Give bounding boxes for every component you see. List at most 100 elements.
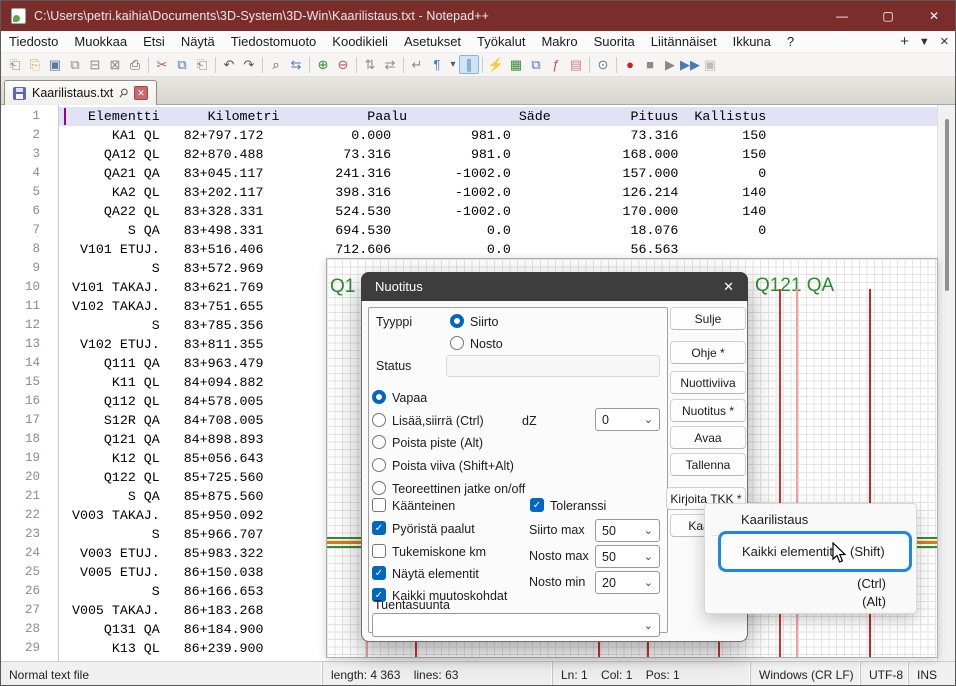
zoom-out-icon[interactable]: ⊖ [333, 55, 353, 74]
pyorista-paalut-checkbox[interactable]: ✓ [372, 521, 386, 535]
close-icon[interactable]: ✕ [911, 1, 956, 31]
nuotitus-dialog: Nuotitus ✕ Tyyppi Siirto Nosto Status Va… [361, 272, 748, 642]
nosto-max-label: Nosto max [529, 549, 589, 563]
close-document-icon[interactable]: ✕ [940, 35, 949, 48]
menu-liitannaiset[interactable]: Liitännäiset [643, 32, 725, 51]
paste-icon[interactable]: ⎗ [192, 55, 212, 74]
nayta-elementit-checkbox[interactable]: ✓ [372, 566, 386, 580]
vapaa-radio[interactable] [372, 390, 386, 404]
maximize-icon[interactable]: ▢ [865, 1, 911, 31]
document-list-icon[interactable]: ⧉ [526, 55, 546, 74]
status-insert-mode[interactable]: INS [909, 662, 956, 686]
menu-koodikieli[interactable]: Koodikieli [324, 32, 396, 51]
close-all-icon[interactable]: ⊠ [105, 55, 125, 74]
tab-kaarilistaus[interactable]: Kaarilistaus.txt ⚲ ✕ [4, 80, 157, 105]
macro-stop-icon[interactable]: ■ [640, 55, 660, 74]
tuentasuunta-combo[interactable]: ⌄ [372, 613, 660, 637]
nosto-max-combo[interactable]: 50⌄ [595, 545, 660, 568]
editor-scrollbar[interactable] [937, 105, 955, 661]
minimize-icon[interactable]: — [819, 1, 865, 31]
macro-save-icon[interactable]: ▣ [700, 55, 720, 74]
poista-piste-radio[interactable] [372, 435, 386, 449]
avaa-button[interactable]: Avaa [670, 426, 746, 449]
menu-tyokalut[interactable]: Työkalut [469, 32, 533, 51]
redo-icon[interactable]: ↷ [239, 55, 259, 74]
text-line: KA2 QL 83+202.117 398.316 -1002.0 126.21… [64, 183, 766, 202]
ohje-button[interactable]: Ohje * [670, 341, 746, 364]
tab-bar: Kaarilistaus.txt ⚲ ✕ [1, 77, 956, 105]
menu-item-alt-shortcut[interactable]: (Alt) [862, 594, 886, 609]
teoreettinen-jatke-radio[interactable] [372, 481, 386, 495]
document-map-icon[interactable]: ▦ [506, 55, 526, 74]
sync-horizontal-scroll-icon[interactable]: ⇄ [380, 55, 400, 74]
chevron-down-icon: ⌄ [644, 576, 653, 589]
folder-as-workspace-icon[interactable]: ▤ [566, 55, 586, 74]
status-encoding[interactable]: UTF-8 [861, 662, 909, 686]
macro-play-icon[interactable]: ▶ [660, 55, 680, 74]
alignment-label-q121: Q121 QA [755, 275, 834, 297]
menu-etsi[interactable]: Etsi [135, 32, 173, 51]
word-wrap-icon[interactable]: ↵ [407, 55, 427, 74]
pin-icon[interactable]: ⚲ [116, 85, 132, 101]
tab-list-icon[interactable]: ▼ [919, 36, 930, 48]
dialog-title-bar[interactable]: Nuotitus ✕ [361, 272, 748, 301]
find-icon[interactable]: ⌕ [266, 55, 286, 74]
nosto-min-combo[interactable]: 20⌄ [595, 571, 660, 594]
show-all-characters-icon[interactable]: ¶ [427, 55, 447, 74]
pyorista-paalut-label: Pyöristä paalut [392, 522, 475, 536]
status-bar: Normal text file length: 4 363 lines: 63… [1, 661, 956, 686]
close-icon-toolbar[interactable]: ⊟ [85, 55, 105, 74]
dz-combo[interactable]: 0⌄ [595, 408, 660, 431]
cut-icon[interactable]: ✂ [152, 55, 172, 74]
menu-help[interactable]: ? [779, 32, 802, 51]
macro-record-icon[interactable]: ● [620, 55, 640, 74]
nuotitus-button[interactable]: Nuotitus * [670, 399, 746, 422]
indent-guides-icon[interactable]: ∥ [459, 55, 479, 74]
tyyppi-label: Tyyppi [376, 315, 412, 329]
open-file-icon[interactable]: ⎘ [25, 55, 45, 74]
menu-tiedostomuoto[interactable]: Tiedostomuoto [223, 32, 325, 51]
tab-close-icon[interactable]: ✕ [134, 86, 148, 100]
dialog-close-icon[interactable]: ✕ [723, 279, 734, 295]
toleranssi-checkbox[interactable]: ✓ [530, 498, 544, 512]
kaanteinen-checkbox[interactable] [372, 498, 386, 512]
undo-icon[interactable]: ↶ [219, 55, 239, 74]
menu-item-ctrl-shortcut[interactable]: (Ctrl) [857, 576, 886, 591]
function-list-icon[interactable]: ⚡ [486, 55, 506, 74]
replace-icon[interactable]: ⇆ [286, 55, 306, 74]
new-file-icon[interactable]: ⎗ [5, 55, 25, 74]
zoom-in-icon[interactable]: ⊕ [313, 55, 333, 74]
menu-makro[interactable]: Makro [533, 32, 585, 51]
menu-nayta[interactable]: Näytä [173, 32, 223, 51]
save-all-icon[interactable]: ⧉ [65, 55, 85, 74]
copy-icon[interactable]: ⧉ [172, 55, 192, 74]
siirto-max-combo[interactable]: 50⌄ [595, 519, 660, 542]
menu-ikkuna[interactable]: Ikkuna [725, 32, 779, 51]
menu-item-kaarilistaus[interactable]: Kaarilistaus [741, 512, 808, 527]
scrollbar-thumb[interactable] [945, 119, 949, 291]
menu-tiedosto[interactable]: Tiedosto [1, 32, 66, 51]
function-popup-icon[interactable]: ƒ [546, 55, 566, 74]
nosto-radio[interactable] [450, 336, 464, 350]
nuottiviiva-button[interactable]: Nuottiviiva [670, 371, 746, 394]
lisaa-siirra-radio[interactable] [372, 413, 386, 427]
sync-vertical-scroll-icon[interactable]: ⇅ [360, 55, 380, 74]
status-caret-info: Ln: 1 Col: 1 Pos: 1 [553, 662, 751, 686]
sulje-button[interactable]: Sulje [670, 307, 746, 330]
poista-viiva-radio[interactable] [372, 458, 386, 472]
new-tab-icon[interactable]: + [900, 33, 909, 50]
menu-asetukset[interactable]: Asetukset [396, 32, 469, 51]
monitoring-icon[interactable]: ⊙ [593, 55, 613, 74]
print-icon[interactable]: ⎙ [125, 55, 145, 74]
tallenna-button[interactable]: Tallenna [670, 453, 746, 476]
menu-suorita[interactable]: Suorita [586, 32, 643, 51]
macro-run-multiple-icon[interactable]: ▶▶ [680, 55, 700, 74]
menu-item-kaikki-elementit[interactable]: Kaikki elementit (Shift) [718, 531, 912, 572]
status-field[interactable] [446, 355, 660, 377]
menu-muokkaa[interactable]: Muokkaa [66, 32, 135, 51]
status-eol-format[interactable]: Windows (CR LF) [751, 662, 861, 686]
save-icon[interactable]: ▣ [45, 55, 65, 74]
siirto-radio[interactable] [450, 314, 464, 328]
tukemiskone-km-checkbox[interactable] [372, 544, 386, 558]
show-all-characters-dropdown-icon[interactable]: ▾ [447, 55, 459, 74]
